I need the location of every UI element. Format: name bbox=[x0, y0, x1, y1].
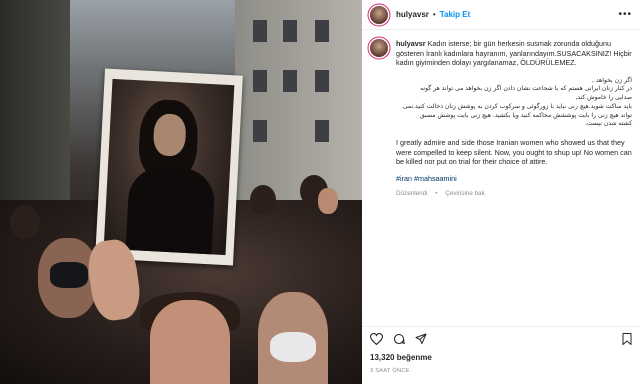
black-mask bbox=[50, 262, 88, 288]
post-panel: hulyavsr • Takip Et ••• hulyavsr Kadın i… bbox=[362, 0, 640, 384]
avatar[interactable] bbox=[370, 5, 388, 24]
protest-poster bbox=[95, 68, 243, 266]
caption-persian-line: باید ساکت شوید.هیچ زنی نباید با زورگوئی … bbox=[402, 102, 632, 110]
caption: hulyavsr Kadın isterse; bir gün herkesin… bbox=[396, 39, 632, 199]
separator-dot: • bbox=[435, 190, 438, 198]
post-timestamp: 3 SAAT ÖNCE bbox=[370, 368, 410, 374]
like-count[interactable]: 13,320 beğenme bbox=[370, 353, 432, 362]
follow-button[interactable]: Takip Et bbox=[440, 10, 471, 19]
post-header: hulyavsr • Takip Et ••• bbox=[362, 0, 640, 30]
bookmark-icon[interactable] bbox=[622, 332, 632, 345]
woman-face bbox=[150, 300, 230, 384]
share-icon[interactable] bbox=[415, 333, 427, 345]
comment-icon[interactable] bbox=[393, 333, 405, 345]
white-mask bbox=[270, 332, 316, 362]
separator-dot: • bbox=[432, 10, 436, 19]
caption-english: I greatly admire and side those Iranian … bbox=[396, 138, 632, 167]
caption-turkish: Kadın isterse; bir gün herkesin susmak z… bbox=[396, 39, 632, 67]
portrait-image bbox=[103, 78, 235, 256]
caption-persian-line: در کنار زنان ایرانی هستم که با شجاعت نشا… bbox=[420, 85, 632, 93]
caption-persian-line: اگر زن بخواهد , bbox=[591, 76, 632, 84]
caption-avatar[interactable] bbox=[370, 39, 388, 57]
caption-username[interactable]: hulyavsr bbox=[396, 39, 426, 48]
caption-meta: Düzenlendi • Çevirisine bak bbox=[396, 189, 632, 199]
action-bar bbox=[362, 326, 640, 350]
caption-persian-line: صدایی را خاموش کند, bbox=[575, 94, 632, 102]
building-left bbox=[0, 0, 70, 230]
username[interactable]: hulyavsr bbox=[396, 10, 429, 19]
caption-persian-line: تواند هیچ زنی را بابت پوششش محاکمه کنید … bbox=[419, 111, 632, 119]
heart-icon[interactable] bbox=[370, 332, 383, 345]
building-right bbox=[235, 0, 362, 200]
more-options-icon[interactable]: ••• bbox=[618, 9, 632, 20]
edited-label: Düzenlendi bbox=[396, 190, 428, 198]
caption-area: hulyavsr Kadın isterse; bir gün herkesin… bbox=[362, 31, 640, 326]
post-photo bbox=[0, 0, 362, 384]
caption-persian-line: کشته شدن نیست. bbox=[585, 120, 632, 128]
translate-link[interactable]: Çevirisine bak bbox=[445, 190, 485, 197]
hashtags[interactable]: #iran #mahsaamini bbox=[396, 174, 632, 184]
caption-persian: اگر زن بخواهد , در کنار زنان ایرانی هستم… bbox=[396, 77, 632, 130]
